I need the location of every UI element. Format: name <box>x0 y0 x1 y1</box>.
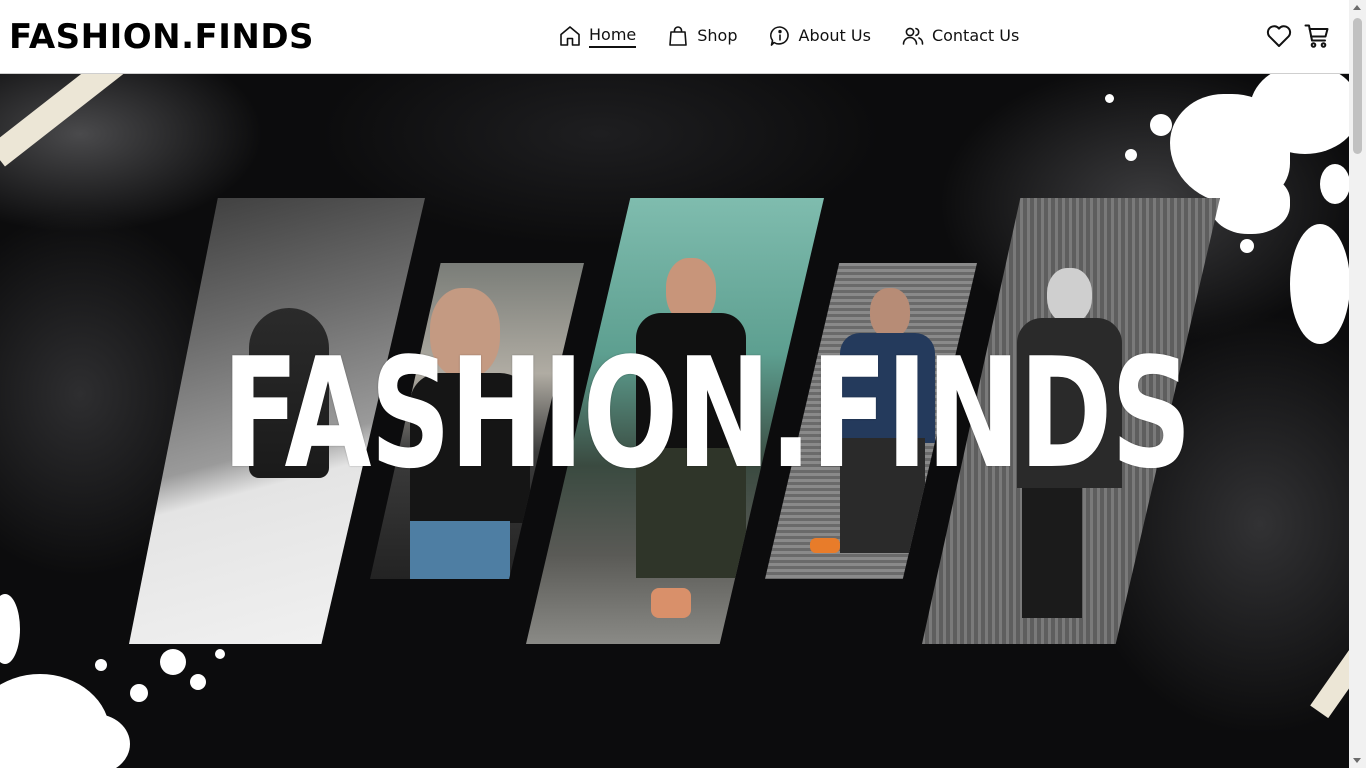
scroll-up-arrow-icon[interactable] <box>1353 5 1361 10</box>
nav-shop-label: Shop <box>697 26 738 45</box>
shopping-bag-icon <box>669 26 688 46</box>
home-icon <box>560 26 580 46</box>
nav-home-label: Home <box>589 25 637 48</box>
hero-title: FASHION.FINDS <box>222 325 1192 502</box>
users-icon <box>902 27 924 45</box>
nav-shop[interactable]: Shop <box>666 22 738 50</box>
main-nav: Home Shop About Us Contact Us <box>558 22 1049 50</box>
nav-contact-label: Contact Us <box>931 26 1020 45</box>
heart-icon <box>1266 25 1292 47</box>
hero-banner: FASHION.FINDS <box>0 74 1349 768</box>
page-scrollbar[interactable] <box>1349 0 1366 768</box>
cart-button[interactable] <box>1303 22 1331 50</box>
nav-contact[interactable]: Contact Us <box>901 22 1019 50</box>
info-icon <box>769 26 789 46</box>
site-logo[interactable]: FASHION.FINDS <box>9 17 314 57</box>
wishlist-button[interactable] <box>1265 22 1293 50</box>
scroll-thumb[interactable] <box>1353 18 1362 154</box>
nav-about[interactable]: About Us <box>768 22 871 50</box>
nav-about-label: About Us <box>798 26 871 45</box>
cart-icon <box>1304 24 1329 48</box>
site-header: FASHION.FINDS Home Shop About Us Contact… <box>0 0 1349 74</box>
nav-home[interactable]: Home <box>558 22 637 50</box>
header-actions <box>1265 22 1331 50</box>
scroll-down-arrow-icon[interactable] <box>1353 758 1361 763</box>
